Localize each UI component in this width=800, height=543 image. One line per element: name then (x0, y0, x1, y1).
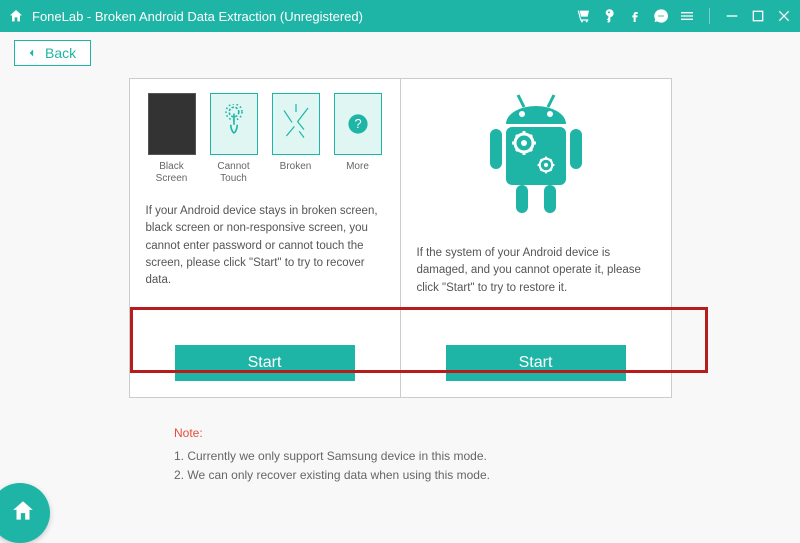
tile-broken: Broken (270, 93, 322, 185)
note-title: Note: (174, 424, 786, 443)
tile-cannot-touch: Cannot Touch (208, 93, 260, 185)
restore-panel: If the system of your Android device is … (400, 78, 672, 398)
black-screen-icon (148, 93, 196, 155)
close-icon[interactable] (776, 8, 792, 24)
window-title: FoneLab - Broken Android Data Extraction… (32, 9, 363, 24)
tile-black-screen: Black Screen (146, 93, 198, 185)
key-icon[interactable] (601, 8, 617, 24)
tile-label: Cannot Touch (208, 161, 260, 185)
feedback-icon[interactable] (653, 8, 669, 24)
back-label: Back (45, 45, 76, 61)
tile-label: Black Screen (146, 161, 198, 185)
note-line: 2. We can only recover existing data whe… (174, 466, 786, 485)
home-fab-button[interactable] (0, 483, 50, 543)
maximize-icon[interactable] (750, 8, 766, 24)
tile-more: ? More (332, 93, 384, 185)
question-icon: ? (334, 93, 382, 155)
android-gear-icon (476, 89, 596, 219)
restore-description: If the system of your Android device is … (417, 245, 655, 297)
cart-icon[interactable] (575, 8, 591, 24)
divider (709, 8, 710, 24)
note-line: 1. Currently we only support Samsung dev… (174, 447, 786, 466)
start-recover-button[interactable]: Start (175, 345, 355, 381)
note-block: Note: 1. Currently we only support Samsu… (174, 424, 786, 486)
content: Back Black Screen Cannot Touch (0, 32, 800, 486)
broken-icon (272, 93, 320, 155)
touch-icon (210, 93, 258, 155)
recover-panel: Black Screen Cannot Touch Broken (129, 78, 401, 398)
tile-label: Broken (280, 161, 312, 173)
recover-description: If your Android device stays in broken s… (146, 203, 384, 289)
facebook-icon[interactable] (627, 8, 643, 24)
home-icon[interactable] (8, 8, 24, 24)
menu-icon[interactable] (679, 8, 695, 24)
minimize-icon[interactable] (724, 8, 740, 24)
tile-label: More (346, 161, 369, 173)
start-restore-button[interactable]: Start (446, 345, 626, 381)
back-button[interactable]: Back (14, 40, 91, 66)
arrow-left-icon (25, 46, 39, 60)
titlebar: FoneLab - Broken Android Data Extraction… (0, 0, 800, 32)
svg-text:?: ? (354, 116, 361, 131)
